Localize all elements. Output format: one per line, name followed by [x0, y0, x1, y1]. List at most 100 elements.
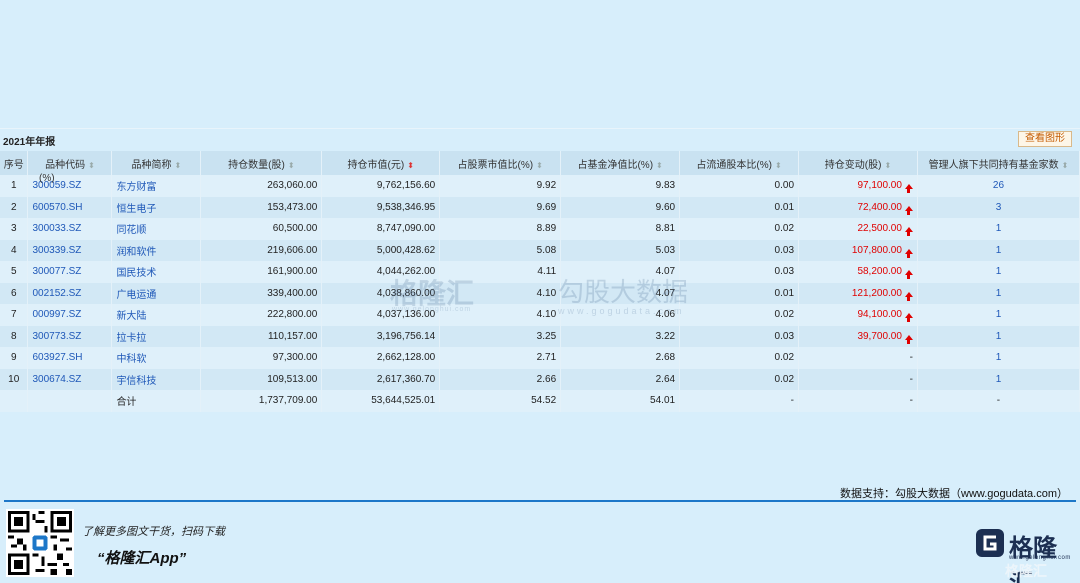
sort-desc-icon[interactable]: ⬍ [407, 161, 414, 170]
stock-code-link[interactable]: 000997.SZ [27, 304, 113, 326]
sort-icon[interactable]: ⬍ [656, 161, 663, 170]
market-value-cell: 4,038,860.00 [321, 282, 441, 304]
funds-count-link[interactable]: 1 [917, 368, 1080, 390]
sort-icon[interactable]: ⬍ [884, 161, 891, 170]
stock-pct-cell: 4.11 [439, 261, 562, 283]
table-row: 9 603927.SH 中科软 97,300.00 2,662,128.00 2.71 2.… [0, 347, 1080, 369]
shares-cell: 109,513.00 [200, 368, 323, 390]
total-nav-pct: 54.01 [560, 390, 681, 412]
funds-count-link[interactable]: 1 [917, 239, 1080, 261]
column-header-funds[interactable]: 管理人旗下共同持有基金家数 ⬍ [917, 151, 1080, 175]
stock-name-link[interactable]: 同花顺 [111, 218, 202, 240]
stock-code-link[interactable]: 600570.SH [27, 196, 113, 218]
funds-count-link[interactable]: 1 [917, 347, 1080, 369]
stock-name-link[interactable]: 润和软件 [111, 239, 202, 261]
holding-change-cell: - [798, 347, 918, 369]
row-index: 2 [0, 196, 29, 218]
sort-icon[interactable]: ⬍ [1062, 161, 1069, 170]
stock-code-link[interactable]: 002152.SZ [27, 282, 113, 304]
column-header-code[interactable]: 品种代码 ⬍ [27, 151, 113, 175]
stock-name-link[interactable]: 东方财富 [111, 175, 202, 197]
row-index: 4 [0, 239, 29, 261]
increase-arrow-icon [904, 248, 913, 258]
holding-change-value: 22,500.00 [857, 223, 902, 235]
sort-icon[interactable]: ⬍ [536, 161, 543, 170]
column-header-value[interactable]: 持仓市值(元) ⬍ [321, 151, 441, 175]
sort-icon[interactable]: ⬍ [288, 161, 295, 170]
table-row: 3 300033.SZ 同花顺 60,500.00 8,747,090.00 8.89 8.… [0, 218, 1080, 240]
promo-app-name: “格隆汇App” [97, 550, 187, 567]
total-stock-pct: 54.52 [439, 390, 562, 412]
table-row: 6 002152.SZ 广电运通 339,400.00 4,038,860.00 4.10… [0, 282, 1080, 304]
stock-code-link[interactable]: 603927.SH [27, 347, 113, 369]
report-title: 2021年年报 [3, 137, 56, 148]
promo-text: 了解更多图文干货，扫码下载 [82, 526, 225, 538]
column-header-stock-pct[interactable]: 占股票市值比(%) ⬍ [439, 151, 562, 175]
funds-count-link[interactable]: 1 [917, 261, 1080, 283]
table-row: 1 300059.SZ 东方财富 263,060.00 9,762,156.60 9.92… [0, 175, 1080, 197]
market-value-cell: 5,000,428.62 [321, 239, 441, 261]
total-float-pct: - [679, 390, 800, 412]
stock-name-link[interactable]: 宇信科技 [111, 368, 202, 390]
row-index: 5 [0, 261, 29, 283]
nav-pct-cell: 2.68 [560, 347, 681, 369]
holding-change-value: - [909, 373, 913, 385]
column-header-index[interactable]: 序号 [0, 151, 29, 175]
holding-change-cell: 39,700.00 [798, 325, 918, 347]
column-header-shares[interactable]: 持仓数量(股) ⬍ [200, 151, 323, 175]
stock-pct-cell: 4.10 [439, 304, 562, 326]
total-row: 合计 1,737,709.00 53,644,525.01 54.52 54.0… [0, 390, 1080, 412]
float-pct-cell: 0.02 [679, 218, 800, 240]
funds-count-link[interactable]: 3 [917, 196, 1080, 218]
stock-name-link[interactable]: 国民技术 [111, 261, 202, 283]
float-pct-cell: 0.02 [679, 347, 800, 369]
holding-change-cell: 58,200.00 [798, 261, 918, 283]
brand-logo-alt: 格隆汇 [1005, 563, 1047, 579]
brand-logo: 格隆汇 www.gelonghui.com 格隆汇 [975, 528, 1075, 583]
stock-code-link[interactable]: 300339.SZ [27, 239, 113, 261]
stock-name-link[interactable]: 中科软 [111, 347, 202, 369]
shares-cell: 153,473.00 [200, 196, 323, 218]
stock-code-link[interactable]: 300773.SZ [27, 325, 113, 347]
column-header-change[interactable]: 持仓变动(股) ⬍ [798, 151, 918, 175]
float-pct-cell: 0.03 [679, 239, 800, 261]
market-value-cell: 8,747,090.00 [321, 218, 441, 240]
column-header-float-pct[interactable]: 占流通股本比(%) ⬍ [679, 151, 800, 175]
nav-pct-cell: 2.64 [560, 368, 681, 390]
funds-count-link[interactable]: 26 [917, 175, 1080, 197]
market-value-cell: 9,762,156.60 [321, 175, 441, 197]
view-chart-button[interactable]: 查看图形 [1018, 131, 1072, 147]
funds-count-link[interactable]: 1 [917, 325, 1080, 347]
float-pct-cell: 0.01 [679, 282, 800, 304]
funds-count-link[interactable]: 1 [917, 282, 1080, 304]
blank-top-area [0, 0, 1080, 126]
funds-count-link[interactable]: 1 [917, 304, 1080, 326]
row-index: 3 [0, 218, 29, 240]
market-value-cell: 2,617,360.70 [321, 368, 441, 390]
holding-change-value: 107,800.00 [851, 244, 902, 256]
holding-change-value: 39,700.00 [857, 330, 902, 342]
stock-name-link[interactable]: 拉卡拉 [111, 325, 202, 347]
holding-change-cell: - [798, 368, 918, 390]
stock-name-link[interactable]: 新大陆 [111, 304, 202, 326]
market-value-cell: 2,662,128.00 [321, 347, 441, 369]
holding-change-cell: 107,800.00 [798, 239, 918, 261]
table-row: 2 600570.SH 恒生电子 153,473.00 9,538,346.95 9.69… [0, 196, 1080, 218]
row-index: 8 [0, 325, 29, 347]
sort-icon[interactable]: ⬍ [175, 161, 182, 170]
holding-change-cell: 97,100.00 [798, 175, 918, 197]
stock-code-link[interactable]: 300033.SZ [27, 218, 113, 240]
funds-count-link[interactable]: 1 [917, 218, 1080, 240]
stock-name-link[interactable]: 广电运通 [111, 282, 202, 304]
shares-cell: 97,300.00 [200, 347, 323, 369]
sort-icon[interactable]: ⬍ [88, 161, 95, 170]
total-change: - [798, 390, 918, 412]
column-header-nav-pct[interactable]: 占基金净值比(%) ⬍ [560, 151, 681, 175]
stock-code-link[interactable]: 300077.SZ [27, 261, 113, 283]
column-header-name[interactable]: 品种简称 ⬍ [111, 151, 202, 175]
stock-code-link[interactable]: 300674.SZ [27, 368, 113, 390]
row-index: 1 [0, 175, 29, 197]
nav-pct-cell: 5.03 [560, 239, 681, 261]
stock-name-link[interactable]: 恒生电子 [111, 196, 202, 218]
sort-icon[interactable]: ⬍ [775, 161, 782, 170]
